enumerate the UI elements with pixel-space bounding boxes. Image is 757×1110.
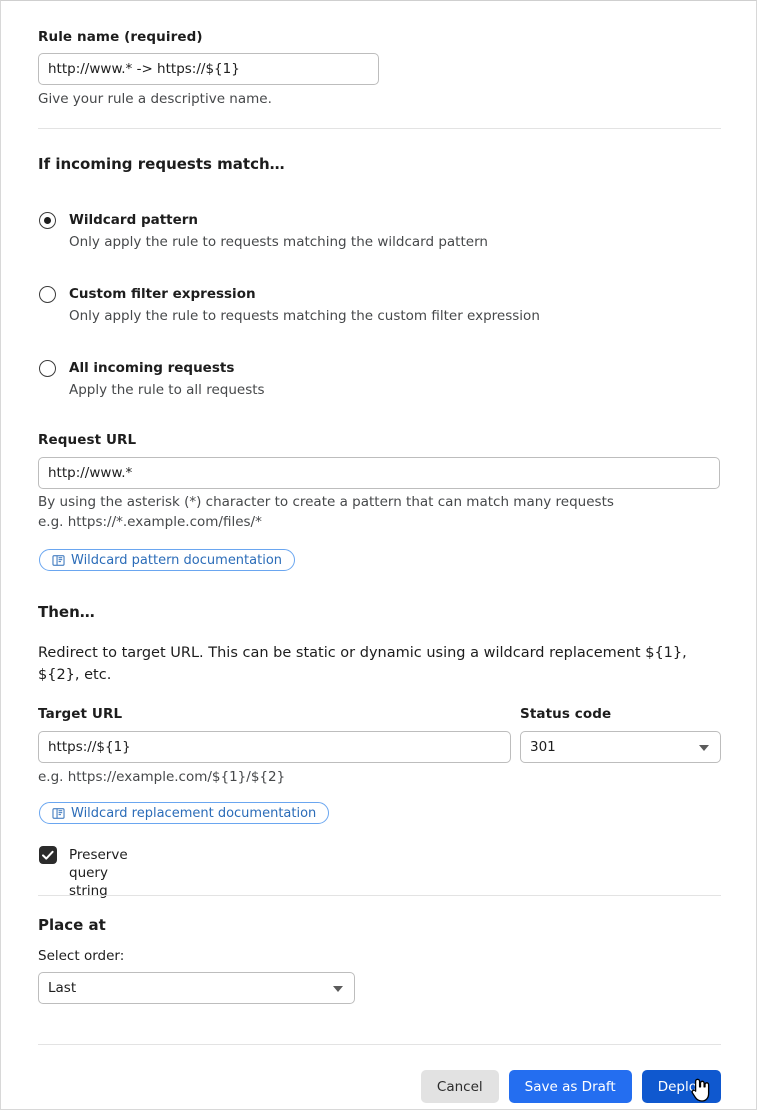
chevron-down-icon bbox=[333, 986, 343, 992]
radio-option-description: Only apply the rule to requests matching… bbox=[69, 234, 488, 250]
preserve-query-string-label: Preserve query string bbox=[69, 847, 128, 899]
wildcard-replacement-documentation-link[interactable]: Wildcard replacement documentation bbox=[39, 802, 330, 824]
footer-actions: Cancel Save as Draft Deploy bbox=[38, 1070, 721, 1103]
status-code-value: 301 bbox=[530, 739, 556, 755]
status-code-select[interactable]: 301 bbox=[520, 731, 721, 763]
target-url-helper: e.g. https://example.com/${1}/${2} bbox=[38, 769, 286, 785]
checkbox-icon[interactable] bbox=[39, 846, 57, 864]
cancel-button[interactable]: Cancel bbox=[420, 1070, 499, 1103]
select-order-label: Select order: bbox=[38, 948, 125, 964]
request-url-input[interactable] bbox=[38, 457, 720, 489]
chevron-down-icon bbox=[699, 745, 709, 751]
radio-icon[interactable] bbox=[39, 360, 56, 377]
request-url-label: Request URL bbox=[38, 432, 137, 448]
select-order-value: Last bbox=[48, 980, 77, 996]
rule-editor-panel: Rule name (required) Give your rule a de… bbox=[0, 0, 757, 1110]
save-as-draft-button[interactable]: Save as Draft bbox=[508, 1070, 632, 1103]
rule-name-label: Rule name (required) bbox=[38, 29, 203, 45]
status-code-label: Status code bbox=[520, 706, 612, 722]
target-url-input[interactable] bbox=[38, 731, 511, 763]
target-url-label: Target URL bbox=[38, 706, 123, 722]
then-section-title: Then… bbox=[38, 603, 95, 621]
request-url-helper: By using the asterisk (*) character to c… bbox=[38, 494, 614, 530]
doc-link-label: Wildcard pattern documentation bbox=[71, 552, 283, 568]
doc-link-label: Wildcard replacement documentation bbox=[71, 805, 317, 821]
then-section-description: Redirect to target URL. This can be stat… bbox=[38, 645, 687, 683]
radio-option-title: Wildcard pattern bbox=[69, 212, 199, 228]
wildcard-pattern-documentation-link[interactable]: Wildcard pattern documentation bbox=[39, 549, 296, 571]
radio-option-description: Apply the rule to all requests bbox=[69, 382, 265, 398]
book-icon bbox=[52, 807, 65, 820]
rule-name-input[interactable] bbox=[38, 53, 379, 85]
match-section-title: If incoming requests match… bbox=[38, 155, 285, 173]
place-at-title: Place at bbox=[38, 916, 106, 934]
radio-option-title: Custom filter expression bbox=[69, 286, 256, 302]
radio-icon[interactable] bbox=[39, 286, 56, 303]
radio-option-title: All incoming requests bbox=[69, 360, 235, 376]
divider-3 bbox=[38, 1044, 721, 1045]
book-icon bbox=[52, 554, 65, 567]
divider-2 bbox=[38, 895, 721, 896]
divider-1 bbox=[38, 128, 721, 129]
radio-option-description: Only apply the rule to requests matching… bbox=[69, 308, 540, 324]
radio-icon[interactable] bbox=[39, 212, 56, 229]
rule-name-helper: Give your rule a descriptive name. bbox=[38, 91, 272, 107]
select-order-dropdown[interactable]: Last bbox=[38, 972, 355, 1004]
deploy-button[interactable]: Deploy bbox=[641, 1070, 721, 1103]
